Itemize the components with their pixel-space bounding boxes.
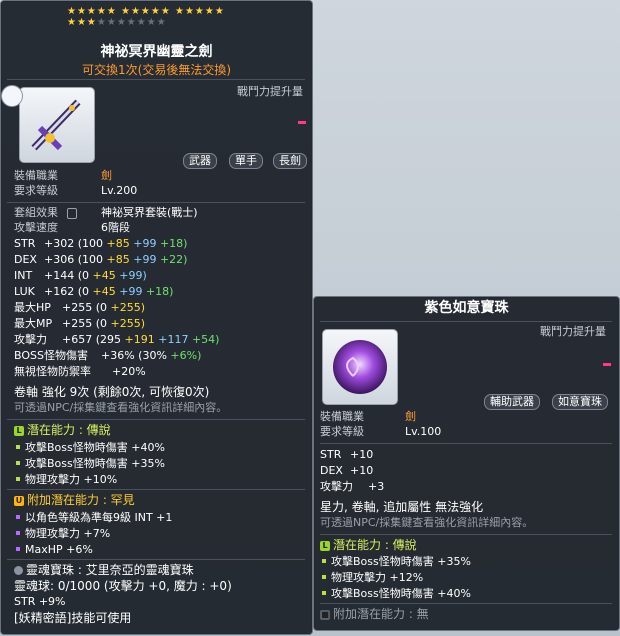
attack-speed-label: 攻擊速度 [14, 221, 58, 234]
starforce-row2-on: ★★★ [67, 17, 97, 28]
job-value: 劍 [405, 410, 416, 423]
divider [7, 559, 305, 560]
potential-line: 物理攻擊力 +12% [320, 571, 423, 585]
stat-row-dex: DEX +10 [320, 464, 374, 477]
level-value: Lv.100 [405, 425, 442, 438]
scroll-upgrade-info: 卷軸 強化 9次 (剩餘0次, 可恢復0次) [14, 385, 210, 399]
potential-line: 攻擊Boss怪物時傷害 +35% [320, 555, 471, 569]
soul-title: 靈魂寶珠 : 艾里奈亞的靈魂寶珠 [14, 563, 194, 577]
potential-title: L 潛在能力 : 傳說 [320, 538, 417, 552]
soul-skill: [妖精密語]技能可使用 [14, 611, 132, 625]
job-label: 裝備職業 [14, 169, 58, 182]
stat-row-attack: 攻擊力 +3 [320, 480, 385, 493]
stat-row-str: STR +10 [320, 448, 374, 461]
potential-line: 攻擊Boss怪物時傷害 +35% [14, 457, 165, 471]
divider [320, 534, 612, 535]
legendary-badge-icon: L [14, 425, 24, 436]
sword-icon [31, 99, 81, 151]
npc-info-note: 可透過NPC/採集鍵查看強化資訊詳細內容。 [320, 516, 534, 529]
stat-row-boss: BOSS怪物傷害 +36% (30% +6%) [14, 349, 202, 362]
item-tooltip-sword: ★★★★★ ★★★★★ ★★★★★ ★★★★★★★★★★ 神祕冥界幽靈之劍 可交… [0, 0, 313, 635]
additional-potential-title: U 附加潛在能力 : 罕見 [14, 493, 135, 507]
soul-orb-icon [14, 566, 23, 575]
purple-orb-icon [333, 340, 387, 394]
tag-longsword: 長劍 [273, 153, 307, 169]
lock-icon [67, 208, 77, 219]
enhance-restriction-note: 星力, 卷軸, 追加屬性 無法強化 [320, 500, 484, 514]
power-increase-label: 戰鬥力提升量 [237, 85, 303, 98]
trade-note: 可交換1次(交易後無法交換) [82, 63, 231, 77]
divider [7, 202, 305, 203]
additional-potential-line: MaxHP +6% [14, 543, 93, 557]
level-label: 要求等級 [14, 184, 58, 197]
stat-row-hp: 最大HP +255 (0 +255) [14, 301, 146, 314]
starforce-stars: ★★★★★ ★★★★★ ★★★★★ ★★★★★★★★★★ [67, 6, 225, 28]
stat-row-mp: 最大MP +255 (0 +255) [14, 317, 146, 330]
additional-potential-line: 以角色等級為準每9級 INT +1 [14, 511, 172, 525]
potential-line: 攻擊Boss怪物時傷害 +40% [14, 441, 165, 455]
potential-title: L 潛在能力 : 傳說 [14, 423, 111, 437]
divider [320, 443, 612, 444]
additional-potential-line: 物理攻擊力 +7% [14, 527, 110, 541]
item-tooltip-orb: 紫色如意寶珠 戰鬥力提升量 輔助武器 如意寶珠 裝備職業 劍 要求等級 Lv.1… [313, 296, 620, 631]
divider [7, 419, 305, 420]
soul-gauge: 靈魂球: 0/1000 (攻擊力 +0, 魔力 : +0) [14, 579, 232, 593]
stat-row-ignore-def: 無視怪物防禦率 +20% [14, 365, 146, 378]
tag-secondary-weapon: 輔助武器 [484, 394, 540, 410]
divider [320, 603, 612, 604]
job-value: 劍 [101, 169, 112, 182]
legendary-badge-icon: L [320, 540, 330, 551]
soul-stat: STR +9% [14, 595, 66, 608]
tag-orb: 如意寶珠 [552, 394, 608, 410]
item-icon-box[interactable] [19, 87, 95, 163]
starforce-row2-off: ★★★★★★★ [96, 17, 167, 28]
stat-row-luk: LUK +162 (0 +45 +99 +18) [14, 285, 174, 298]
additional-potential-title: ■ 附加潛在能力 : 無 [320, 607, 429, 621]
tag-weapon: 武器 [183, 153, 217, 169]
set-effect-label: 套組效果 [14, 206, 58, 219]
job-label: 裝備職業 [320, 410, 364, 423]
unique-badge-icon: U [14, 495, 24, 506]
divider [320, 321, 612, 322]
potential-line: 物理攻擊力 +10% [14, 473, 117, 487]
power-increase-label: 戰鬥力提升量 [540, 325, 606, 338]
stat-row-attack: 攻擊力 +657 (295 +191 +117 +54) [14, 333, 220, 346]
item-name: 紫色如意寶珠 [424, 300, 509, 316]
power-decrease-indicator [298, 121, 306, 124]
divider [7, 79, 305, 80]
level-value: Lv.200 [101, 184, 138, 197]
tag-one-hand: 單手 [229, 153, 263, 169]
starforce-row1: ★★★★★ ★★★★★ ★★★★★ [67, 6, 225, 17]
attack-speed-value: 6階段 [101, 221, 130, 234]
power-decrease-indicator [603, 363, 611, 366]
npc-info-note: 可透過NPC/採集鍵查看強化資訊詳細內容。 [14, 401, 228, 414]
stat-row-dex: DEX +306 (100 +85 +99 +22) [14, 253, 188, 266]
item-icon-box[interactable] [322, 329, 398, 405]
item-name: 神祕冥界幽靈之劍 [100, 44, 213, 60]
cursor-hand-icon [1, 85, 23, 107]
stat-row-int: INT +144 (0 +45 +99) [14, 269, 147, 282]
potential-line: 攻擊Boss怪物時傷害 +40% [320, 587, 471, 601]
empty-badge-icon: ■ [320, 609, 330, 620]
stat-row-str: STR +302 (100 +85 +99 +18) [14, 237, 188, 250]
level-label: 要求等級 [320, 425, 364, 438]
divider [7, 489, 305, 490]
set-effect-value: 神祕冥界套裝(戰士) [101, 206, 198, 219]
